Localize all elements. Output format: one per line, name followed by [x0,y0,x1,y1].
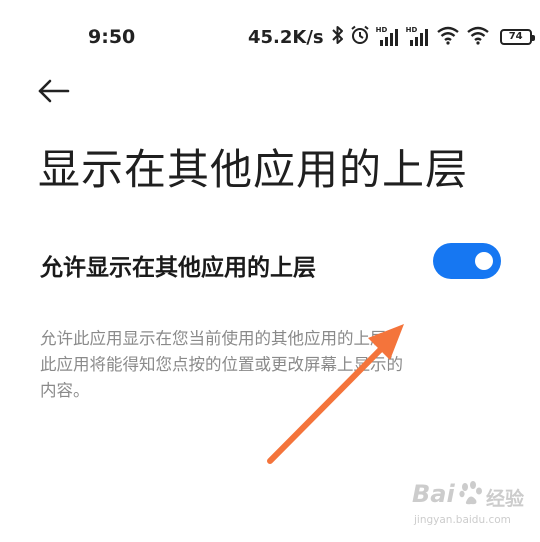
watermark-url: jingyan.baidu.com [414,514,511,526]
battery-icon: 74 [499,29,535,45]
hd-signal-icon: HD [376,27,400,47]
hd-signal-icon: HD [406,27,430,47]
status-time: 9:50 [88,26,136,48]
toggle-knob [475,252,493,270]
back-button[interactable] [36,76,72,106]
description-line: 内容。 [40,381,90,400]
baidu-paw-icon [459,481,482,505]
back-arrow-icon [38,79,70,103]
alarm-icon [350,25,370,49]
page-title: 显示在其他应用的上层 [38,145,469,194]
watermark-suffix: 经验 [486,488,525,510]
description-line: 此应用将能得知您点按的位置或更改屏幕上显示的 [40,355,403,374]
setting-row-display-over-apps[interactable]: 允许显示在其他应用的上层 [0,232,540,292]
bluetooth-icon [331,25,344,49]
setting-description: 允许此应用显示在您当前使用的其他应用的上层。 此应用将能得知您点按的位置或更改屏… [40,326,480,404]
battery-level: 74 [508,31,523,42]
watermark-brand: Bai [412,480,455,508]
description-line: 允许此应用显示在您当前使用的其他应用的上层。 [40,329,403,348]
wifi-icon [466,25,490,49]
setting-label: 允许显示在其他应用的上层 [40,255,316,281]
wifi-icon [436,25,460,49]
baidu-jingyan-watermark: Bai 经验 jingyan.baidu.com [410,478,530,534]
status-icons: 45.2K/s HD HD 74 [248,24,535,50]
display-over-apps-toggle[interactable] [433,243,501,279]
network-speed: 45.2K/s [248,26,324,48]
settings-screen: 9:50 45.2K/s HD HD 74 显示在其他应用的上层 允许显示在其他… [0,0,540,542]
status-bar: 9:50 45.2K/s HD HD 74 [0,0,540,74]
